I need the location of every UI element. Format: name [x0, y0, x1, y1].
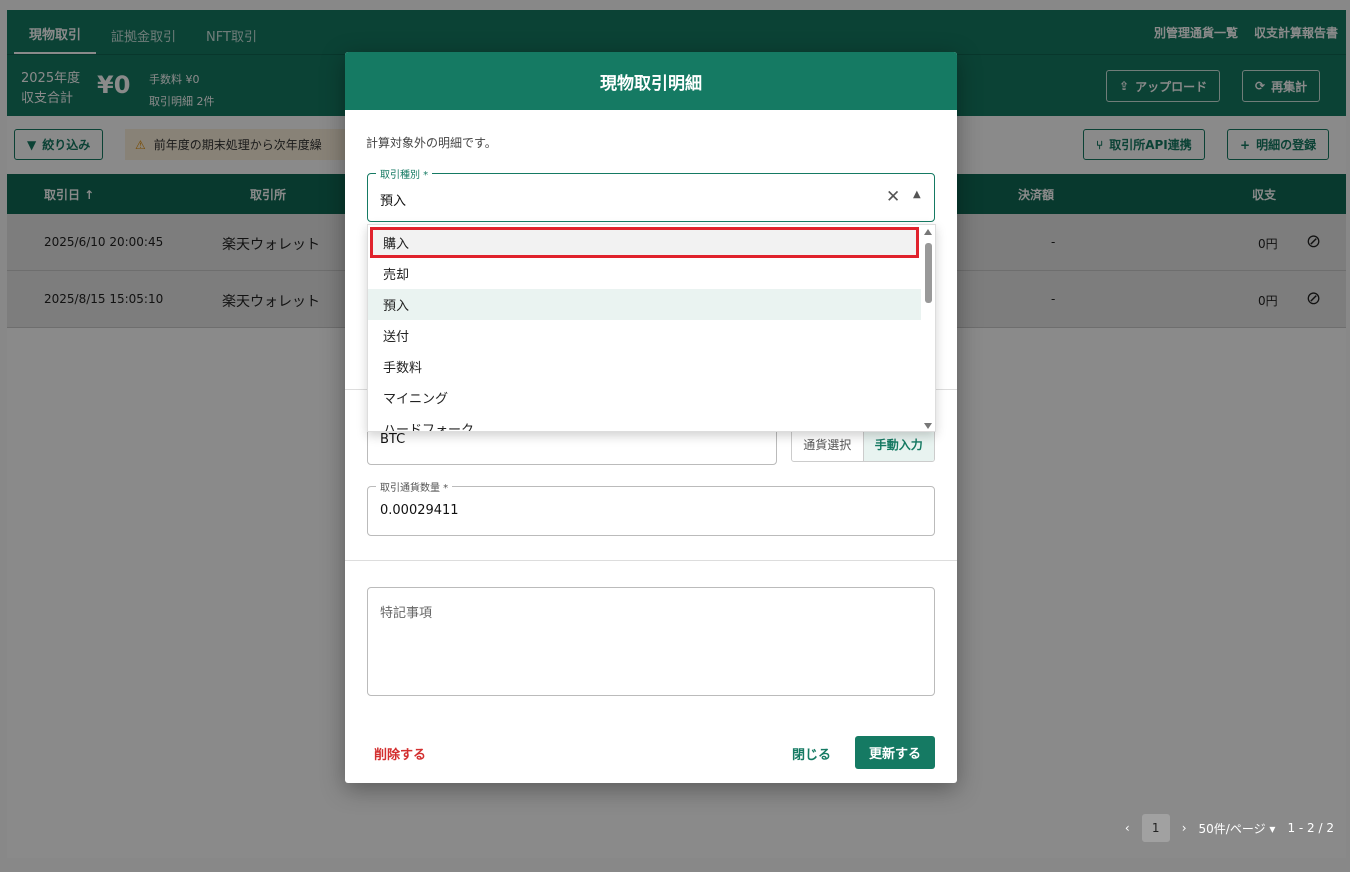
currency-mode-toggle: 通貨選択 手動入力 [791, 427, 935, 462]
trade-type-label: 取引種別 * [376, 166, 433, 181]
quantity-value: 0.00029411 [380, 503, 459, 518]
scroll-down-icon[interactable] [924, 423, 932, 429]
close-button[interactable]: 閉じる [792, 744, 831, 763]
page-range: 1 - 2 / 2 [1287, 821, 1334, 835]
trade-type-select[interactable]: 取引種別 * 預入 ✕ ▲ [367, 166, 935, 222]
manual-input-option[interactable]: 手動入力 [862, 428, 934, 461]
option-fee[interactable]: 手数料 [368, 351, 921, 382]
delete-button[interactable]: 削除する [374, 744, 426, 763]
scroll-thumb[interactable] [925, 243, 932, 303]
currency-select-option[interactable]: 通貨選択 [792, 428, 863, 461]
option-hardfork[interactable]: ハードフォーク [368, 413, 921, 431]
memo-field[interactable]: 特記事項 [367, 587, 935, 696]
option-mining[interactable]: マイニング [368, 382, 921, 413]
option-sell[interactable]: 売却 [368, 258, 921, 289]
option-purchase[interactable]: 購入 [370, 227, 919, 258]
option-send[interactable]: 送付 [368, 320, 921, 351]
update-button[interactable]: 更新する [855, 736, 935, 769]
option-deposit[interactable]: 預入 [368, 289, 921, 320]
pagination: ‹ 1 › 50件/ページ ▾ 1 - 2 / 2 [1125, 814, 1334, 842]
prev-page-icon[interactable]: ‹ [1125, 821, 1130, 835]
page-number[interactable]: 1 [1141, 814, 1170, 842]
per-page-select[interactable]: 50件/ページ ▾ [1199, 820, 1276, 837]
quantity-field[interactable]: 取引通貨数量 * 0.00029411 [367, 479, 935, 536]
clear-icon[interactable]: ✕ [886, 187, 900, 207]
quantity-label: 取引通貨数量 * [376, 479, 453, 494]
dialog-note: 計算対象外の明細です。 [366, 136, 497, 150]
trade-type-value: 預入 [380, 194, 407, 209]
chevron-up-icon[interactable]: ▲ [913, 189, 921, 200]
trade-type-dropdown: 購入 売却 預入 送付 手数料 マイニング ハードフォーク [367, 224, 936, 432]
scroll-up-icon[interactable] [924, 229, 932, 235]
dialog-title: 現物取引明細 [345, 52, 957, 110]
divider [345, 560, 957, 561]
next-page-icon[interactable]: › [1182, 821, 1187, 835]
spot-trade-dialog: 現物取引明細 計算対象外の明細です。 取引種別 * 預入 ✕ ▲ BTC 通貨選… [345, 52, 957, 783]
dropdown-scrollbar[interactable] [923, 229, 933, 429]
